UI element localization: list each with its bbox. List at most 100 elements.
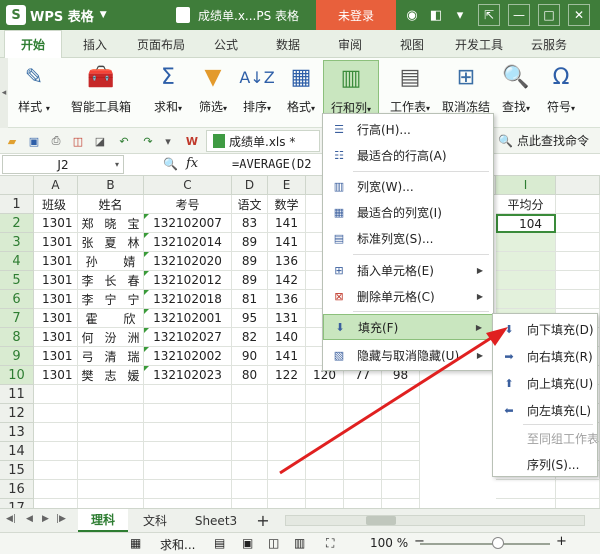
table-cell[interactable]: 89 xyxy=(232,233,268,252)
page-layout-view-icon[interactable]: ▣ xyxy=(242,536,253,550)
select-all-corner[interactable] xyxy=(0,176,34,195)
tab-page-layout[interactable]: 页面布局 xyxy=(128,30,194,58)
table-cell[interactable]: 132102002 xyxy=(144,347,232,366)
full-screen-icon[interactable]: ⛶ xyxy=(326,536,334,551)
table-cell[interactable] xyxy=(556,214,600,233)
zoom-slider[interactable] xyxy=(420,543,550,545)
column-header[interactable]: C xyxy=(144,176,232,195)
table-cell[interactable]: 89 xyxy=(232,252,268,271)
table-cell[interactable] xyxy=(496,290,556,309)
table-cell[interactable]: 1301 xyxy=(34,233,78,252)
insert-function-button[interactable]: fx xyxy=(186,156,198,171)
restore-window-button[interactable]: ⇱ xyxy=(478,4,500,26)
table-cell[interactable]: 122 xyxy=(268,366,306,385)
chevron-down-icon[interactable]: ▾ xyxy=(160,133,176,149)
table-cell[interactable] xyxy=(232,404,268,423)
table-cell[interactable]: 郑晓宝 xyxy=(78,214,144,233)
table-cell[interactable] xyxy=(382,442,420,461)
table-cell[interactable] xyxy=(556,499,600,508)
row-header[interactable]: 11 xyxy=(0,385,34,404)
app-menu-button[interactable]: S WPS 表格 ▼ xyxy=(6,5,107,25)
table-cell[interactable]: 132102020 xyxy=(144,252,232,271)
tab-data[interactable]: 数据 xyxy=(262,30,314,58)
table-cell[interactable]: 141 xyxy=(268,214,306,233)
tab-home[interactable]: 开始 xyxy=(4,30,62,58)
sheet-tab-arts[interactable]: 文科 xyxy=(132,509,178,532)
table-cell[interactable] xyxy=(232,480,268,499)
format-button[interactable]: ▦ 格式▾ xyxy=(280,60,322,124)
table-cell[interactable] xyxy=(268,480,306,499)
add-sheet-button[interactable]: + xyxy=(250,509,276,532)
table-cell[interactable] xyxy=(34,480,78,499)
formula-input[interactable]: =AVERAGE(D2 xyxy=(232,157,311,171)
filter-button[interactable]: ▼ 筛选▾ xyxy=(192,60,234,124)
table-cell[interactable]: 142 xyxy=(268,271,306,290)
open-folder-icon[interactable]: ▰ xyxy=(4,133,20,149)
table-cell[interactable] xyxy=(34,461,78,480)
menu-item-fill[interactable]: ⬇ 填充(F) ▶ xyxy=(323,314,493,340)
table-cell[interactable] xyxy=(34,423,78,442)
row-header[interactable]: 12 xyxy=(0,404,34,423)
table-cell[interactable] xyxy=(344,461,382,480)
table-cell[interactable] xyxy=(78,385,144,404)
layout-icon[interactable]: ▦ xyxy=(130,536,141,550)
table-cell[interactable]: 104 xyxy=(496,214,556,233)
table-cell[interactable] xyxy=(78,423,144,442)
sort-button[interactable]: A↓Z 排序▾ xyxy=(236,60,278,124)
table-cell[interactable] xyxy=(144,423,232,442)
header-cell[interactable]: 平均分 xyxy=(496,195,556,214)
table-cell[interactable] xyxy=(306,461,344,480)
table-cell[interactable]: 140 xyxy=(268,328,306,347)
table-cell[interactable] xyxy=(344,385,382,404)
preview-icon[interactable]: ◪ xyxy=(92,133,108,149)
table-cell[interactable] xyxy=(344,423,382,442)
menu-item-series[interactable]: 序列(S)... xyxy=(493,451,597,477)
table-cell[interactable]: 弓清瑞 xyxy=(78,347,144,366)
table-cell[interactable] xyxy=(144,461,232,480)
table-cell[interactable] xyxy=(232,385,268,404)
page-break-view-icon[interactable]: ◫ xyxy=(268,536,279,550)
table-cell[interactable] xyxy=(34,499,78,508)
table-cell[interactable] xyxy=(306,442,344,461)
row-header[interactable]: 15 xyxy=(0,461,34,480)
redo-icon[interactable]: ↷ xyxy=(140,133,156,149)
wps-w-icon[interactable]: W xyxy=(184,133,200,149)
table-cell[interactable] xyxy=(268,404,306,423)
table-cell[interactable] xyxy=(268,423,306,442)
table-cell[interactable]: 李宁宁 xyxy=(78,290,144,309)
column-header[interactable]: B xyxy=(78,176,144,195)
row-header[interactable]: 7 xyxy=(0,309,34,328)
table-cell[interactable]: 霍 欣 xyxy=(78,309,144,328)
header-cell[interactable]: 语文 xyxy=(232,195,268,214)
header-cell[interactable]: 姓名 xyxy=(78,195,144,214)
sum-status[interactable]: 求和... xyxy=(160,536,195,553)
row-header[interactable]: 8 xyxy=(0,328,34,347)
menu-item-fill-right[interactable]: ➡ 向右填充(R) xyxy=(493,343,597,369)
table-cell[interactable]: 141 xyxy=(268,233,306,252)
tab-developer[interactable]: 开发工具 xyxy=(446,30,512,58)
table-cell[interactable] xyxy=(556,233,600,252)
table-cell[interactable]: 何汾洲 xyxy=(78,328,144,347)
close-button[interactable]: ✕ xyxy=(568,4,590,26)
table-cell[interactable]: 1301 xyxy=(34,309,78,328)
minimize-button[interactable]: — xyxy=(508,4,530,26)
sheet-tab-sheet3[interactable]: Sheet3 xyxy=(188,509,244,532)
table-cell[interactable] xyxy=(556,290,600,309)
ribbon-scroll-left-button[interactable]: ◂ xyxy=(0,58,8,128)
table-cell[interactable] xyxy=(382,423,420,442)
menu-item-row-height[interactable]: ☰ 行高(H)... xyxy=(323,116,493,142)
table-cell[interactable] xyxy=(78,499,144,508)
command-search[interactable]: 🔍 点此查找命令 xyxy=(498,132,589,149)
column-header[interactable] xyxy=(556,176,600,195)
undo-icon[interactable]: ↶ xyxy=(116,133,132,149)
row-header[interactable]: 17 xyxy=(0,499,34,508)
zoom-slider-knob[interactable] xyxy=(492,537,504,549)
style-button[interactable]: ✎ 样式 ▾ xyxy=(10,60,58,124)
table-cell[interactable]: 1301 xyxy=(34,214,78,233)
row-header[interactable]: 4 xyxy=(0,252,34,271)
table-cell[interactable]: 孙 婧 xyxy=(78,252,144,271)
table-cell[interactable]: 樊志媛 xyxy=(78,366,144,385)
zoom-in-button[interactable]: + xyxy=(556,534,567,549)
table-cell[interactable] xyxy=(556,195,600,214)
sheet-tab-science[interactable]: 理科 xyxy=(78,509,128,532)
